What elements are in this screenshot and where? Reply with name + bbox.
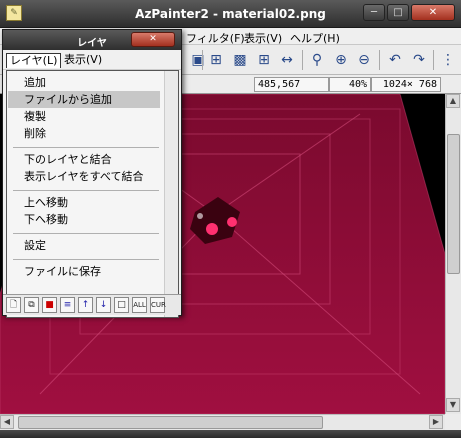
fit-width-icon[interactable]: ↔ [277,50,297,70]
menu-separator [13,190,159,191]
menu-item-add[interactable]: 追加 [8,74,160,91]
title-bar[interactable]: ✎ AzPainter2 - material02.png ─ □ ✕ [0,0,461,28]
image-size: 1024× 768 [371,77,441,92]
menu-help[interactable]: ヘルプ(H) [290,30,340,46]
menu-item-save-to-file[interactable]: ファイルに保存 [8,263,160,280]
layer-panel-menu-bar: レイヤ(L) 表示(V) [3,50,181,70]
menu-item-duplicate[interactable]: 複製 [8,108,160,125]
menu-view[interactable]: 表示(V) [244,30,282,46]
merge-layer-icon[interactable]: ≡ [60,297,75,313]
toolbar-separator [379,50,380,70]
menu-item-delete[interactable]: 削除 [8,125,160,142]
window-bottom-border [0,430,461,438]
scroll-corner [445,414,461,430]
vertical-scrollbar[interactable]: ▲ ▼ [445,94,461,414]
layer-panel-close-button[interactable]: ✕ [131,32,175,47]
menu-separator [13,147,159,148]
frame-icon[interactable]: ⊞ [206,50,226,70]
menu-filter[interactable]: フィルタ(F) [186,30,245,46]
move-up-icon[interactable]: ↑ [78,297,93,313]
layer-view-menu[interactable]: 表示(V) [61,53,105,68]
current-layer-button[interactable]: CUR [150,297,166,313]
layer-panel: レイヤ ✕ レイヤ(L) 表示(V) 追加 ファイルから追加 複製 削除 下のレ… [2,29,182,318]
grid-icon[interactable]: ⊞ [254,50,274,70]
layer-dropdown-menu: 追加 ファイルから追加 複製 削除 下のレイヤと結合 表示レイヤをすべて結合 上… [6,70,179,318]
horizontal-scroll-thumb[interactable] [18,416,323,429]
menu-item-move-up[interactable]: 上へ移動 [8,194,160,211]
checker-icon[interactable]: ▩ [230,50,250,70]
zoom-in-icon[interactable]: ⊕ [331,50,351,70]
undo-icon[interactable]: ↶ [385,50,405,70]
menu-separator [13,233,159,234]
frame-icon[interactable]: ▣ [188,50,208,70]
toolbar-separator [302,50,303,70]
scroll-up-icon[interactable]: ▲ [446,94,460,108]
layer-panel-button-bar: 🗋 ⧉ ■ ≡ ↑ ↓ □ ALL CUR [3,294,181,315]
horizontal-scrollbar[interactable]: ◀ ▶ [0,414,445,430]
menu-separator [13,259,159,260]
redo-icon[interactable]: ↷ [409,50,429,70]
layer-panel-title-bar[interactable]: レイヤ ✕ [3,30,181,50]
zoom-out-icon[interactable]: ⊖ [354,50,374,70]
scroll-left-icon[interactable]: ◀ [0,415,14,429]
maximize-button[interactable]: □ [387,4,409,21]
layer-settings-icon[interactable]: □ [114,297,129,313]
dropdown-scrollbar[interactable] [164,71,178,317]
delete-layer-icon[interactable]: ■ [42,297,57,313]
scroll-down-icon[interactable]: ▼ [446,398,460,412]
toolbar-separator [433,50,434,70]
copy-layer-icon[interactable]: ⧉ [24,297,39,313]
close-button[interactable]: ✕ [411,4,455,21]
tool-icon[interactable]: ⋮ [438,50,458,70]
vertical-scroll-thumb[interactable] [447,134,460,274]
menu-item-merge-down[interactable]: 下のレイヤと結合 [8,151,160,168]
cursor-coordinates: 485,567 [254,77,329,92]
menu-item-settings[interactable]: 設定 [8,237,160,254]
menu-item-add-from-file[interactable]: ファイルから追加 [8,91,160,108]
menu-item-move-down[interactable]: 下へ移動 [8,211,160,228]
layer-menu[interactable]: レイヤ(L) [6,53,62,68]
minimize-button[interactable]: ─ [363,4,385,21]
menu-item-merge-visible[interactable]: 表示レイヤをすべて結合 [8,168,160,185]
new-layer-icon[interactable]: 🗋 [6,297,21,313]
move-down-icon[interactable]: ↓ [96,297,111,313]
all-layers-button[interactable]: ALL [132,297,147,313]
zoom-level: 40% [329,77,371,92]
scroll-right-icon[interactable]: ▶ [429,415,443,429]
toolbar-separator [202,50,203,70]
zoom-icon[interactable]: ⚲ [307,50,327,70]
